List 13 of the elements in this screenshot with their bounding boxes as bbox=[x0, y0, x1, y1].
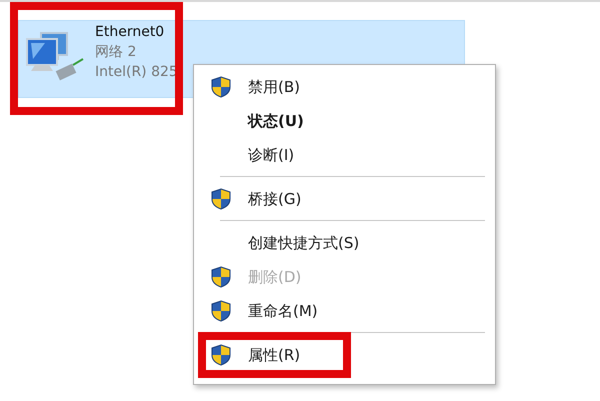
shield-icon bbox=[211, 188, 231, 210]
menu-item[interactable]: 诊断(I) bbox=[196, 138, 493, 172]
adapter-name: Ethernet0 bbox=[95, 24, 166, 40]
menu-item[interactable]: 桥接(G) bbox=[196, 182, 493, 216]
menu-item[interactable]: 创建快捷方式(S) bbox=[196, 226, 493, 260]
menu-item[interactable]: 属性(R) bbox=[196, 338, 493, 372]
shield-icon bbox=[211, 266, 231, 288]
network-name: 网络 2 bbox=[95, 43, 138, 61]
shield-icon bbox=[211, 344, 231, 366]
menu-item[interactable]: 状态(U) bbox=[196, 104, 493, 138]
shield-icon bbox=[211, 300, 231, 322]
menu-item[interactable]: 重命名(M) bbox=[196, 294, 493, 328]
shield-icon bbox=[211, 76, 231, 98]
